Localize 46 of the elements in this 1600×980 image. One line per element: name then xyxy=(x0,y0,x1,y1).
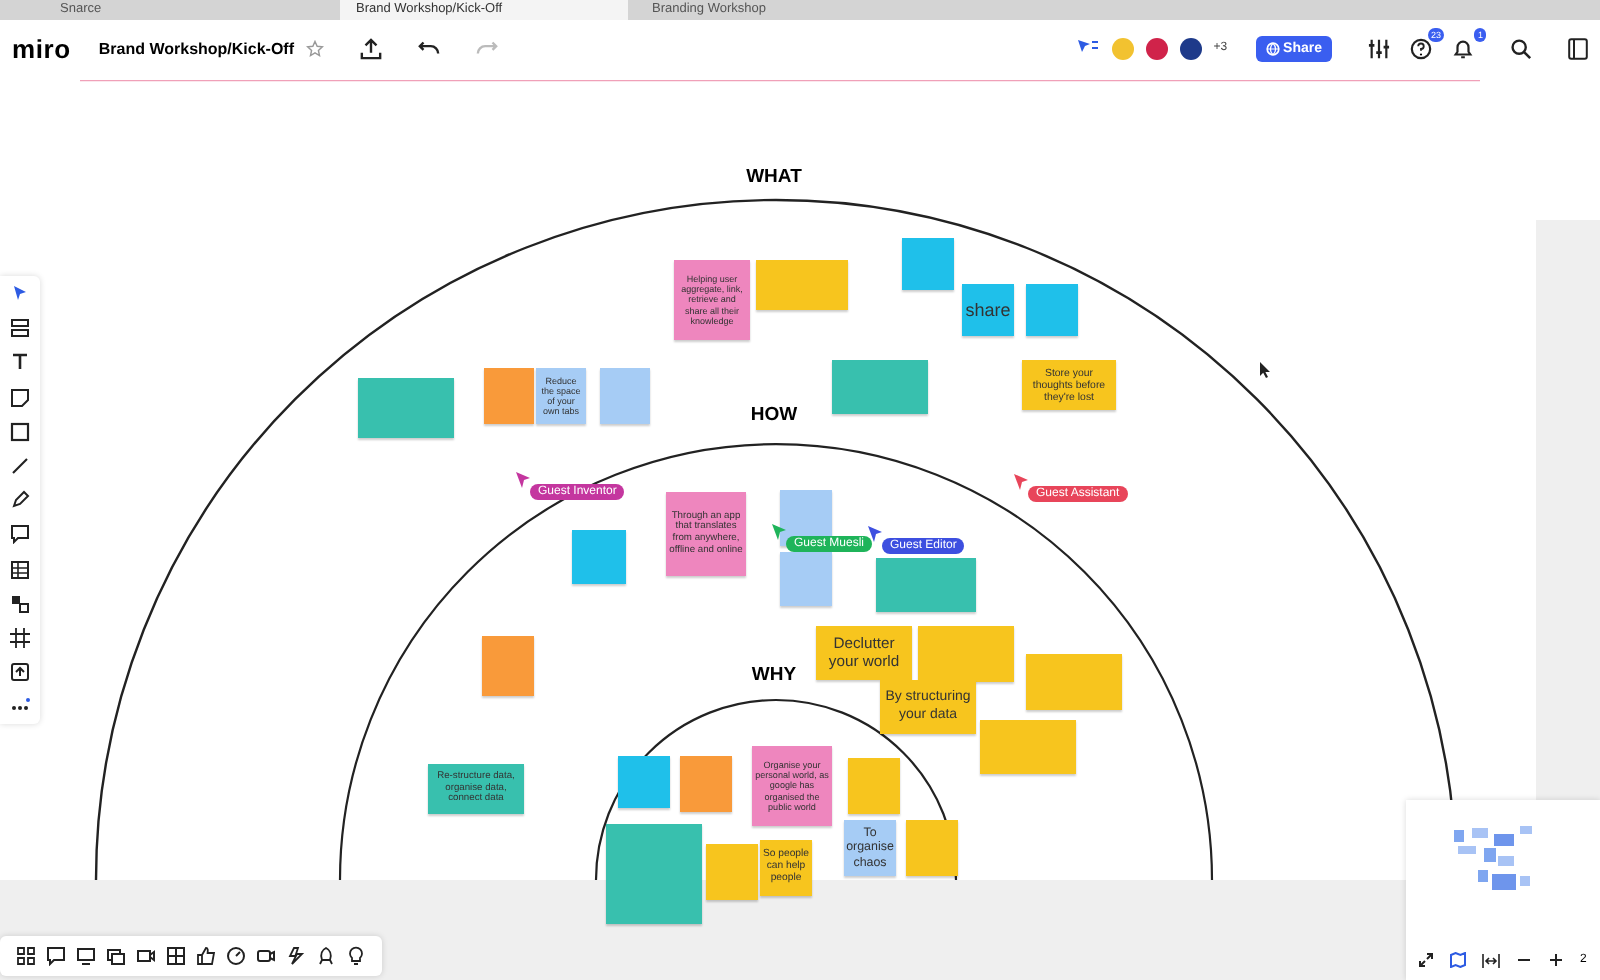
like-icon[interactable] xyxy=(196,946,216,966)
grid-icon[interactable] xyxy=(16,946,36,966)
frames-icon[interactable] xyxy=(166,946,186,966)
video-icon[interactable] xyxy=(136,946,156,966)
fit-icon[interactable] xyxy=(1482,953,1500,967)
settings-sliders-icon[interactable] xyxy=(1368,37,1390,59)
minimap-drawing xyxy=(1454,826,1532,890)
undo-icon[interactable] xyxy=(418,40,441,56)
avatar[interactable] xyxy=(1179,37,1202,59)
pen-icon[interactable] xyxy=(10,490,30,511)
bell-icon[interactable] xyxy=(1452,37,1474,59)
board-title[interactable]: Brand Workshop/Kick-Off xyxy=(98,39,295,57)
expand-icon[interactable] xyxy=(1418,952,1434,968)
camera-icon[interactable] xyxy=(256,946,276,966)
bulb-icon[interactable] xyxy=(346,946,366,966)
screen-icon[interactable] xyxy=(76,946,96,966)
section-label: HOW xyxy=(748,404,800,426)
zoom-in-icon[interactable] xyxy=(1548,952,1564,968)
frame-icon[interactable] xyxy=(10,627,30,648)
table-icon[interactable] xyxy=(10,559,30,579)
mouse-pointer-icon xyxy=(1260,362,1270,378)
panel-icon[interactable] xyxy=(1568,37,1588,59)
avatar[interactable] xyxy=(1145,37,1168,59)
map-icon[interactable] xyxy=(1450,952,1466,968)
square-icon[interactable] xyxy=(10,421,30,442)
shapes-icon[interactable] xyxy=(10,593,30,614)
comment-icon[interactable] xyxy=(46,946,66,966)
globe-icon xyxy=(1265,41,1280,55)
section-label: WHY xyxy=(749,664,799,686)
cursor-icon[interactable] xyxy=(10,284,30,304)
card-icon[interactable] xyxy=(106,946,126,966)
star-icon[interactable] xyxy=(306,39,325,57)
rocket-icon[interactable] xyxy=(316,946,336,966)
sticky-note[interactable]: share xyxy=(962,284,1014,336)
search-icon[interactable] xyxy=(1510,37,1532,59)
upload-icon[interactable] xyxy=(360,37,383,59)
miro-logo[interactable]: miro xyxy=(12,33,71,63)
timer-icon[interactable] xyxy=(226,946,246,966)
upload-icon[interactable] xyxy=(10,662,30,683)
text-icon[interactable] xyxy=(10,352,30,373)
sticky-icon[interactable] xyxy=(10,387,30,408)
help-icon[interactable] xyxy=(1410,37,1432,59)
line-icon[interactable] xyxy=(10,455,30,476)
template-icon[interactable] xyxy=(10,318,30,339)
section-label: WHAT xyxy=(744,166,804,188)
comment-icon[interactable] xyxy=(10,524,30,545)
